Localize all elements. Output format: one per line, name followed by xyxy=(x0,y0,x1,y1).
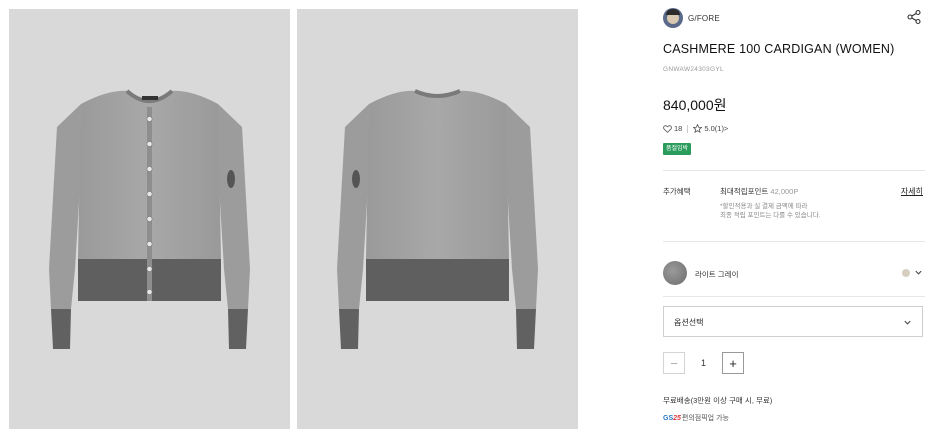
chevron-down-icon[interactable] xyxy=(914,268,923,277)
product-meta-row: 18 5.0(1)> xyxy=(663,124,728,133)
product-code: GNWAW24303GYL xyxy=(663,66,724,73)
benefit-points: 42,000P xyxy=(770,187,799,196)
gs25-logo-number: 25 xyxy=(673,414,681,422)
share-icon[interactable] xyxy=(906,9,922,25)
color-swatch[interactable] xyxy=(663,261,687,285)
star-icon xyxy=(693,124,703,133)
product-title: CASHMERE 100 CARDIGAN (WOMEN) xyxy=(663,42,895,56)
quantity-stepper: − 1 + xyxy=(663,352,744,374)
color-name: 라이트 그레이 xyxy=(695,270,739,279)
color-selector[interactable]: 라이트 그레이 xyxy=(663,261,925,285)
pickup-text: 편의점픽업 가능 xyxy=(681,415,729,422)
quantity-plus-button[interactable]: + xyxy=(722,352,744,374)
quantity-value[interactable]: 1 xyxy=(685,358,722,368)
cardigan-back-image xyxy=(337,89,538,349)
brand-logo[interactable] xyxy=(663,8,683,28)
rating-link[interactable]: 5.0(1)> xyxy=(704,124,728,133)
meta-divider xyxy=(687,124,689,133)
color-dot xyxy=(902,269,910,277)
section-divider xyxy=(663,170,925,171)
benefit-note-line: *할인적용과 실 결제 금액에 따라 xyxy=(720,203,808,210)
gs25-logo: GS25 xyxy=(663,415,681,422)
benefit-label: 추가혜택 xyxy=(663,187,691,196)
section-divider xyxy=(663,296,925,297)
status-badge: 품절임박 xyxy=(663,143,692,155)
cardigan-front-image xyxy=(49,89,250,349)
like-count[interactable]: 18 xyxy=(674,124,682,133)
brand-name[interactable]: G/FORE xyxy=(688,14,720,23)
benefit-note-line: 최종 적립 포인트는 다를 수 있습니다. xyxy=(720,212,821,219)
benefit-title: 최대적립포인트 42,000P xyxy=(720,186,798,197)
chevron-down-icon xyxy=(904,320,911,325)
product-image-back[interactable] xyxy=(297,9,578,429)
brand-row[interactable]: G/FORE xyxy=(663,8,925,28)
pickup-info: GS25 편의점픽업 가능 xyxy=(663,413,729,423)
product-info-panel: G/FORE CASHMERE 100 CARDIGAN (WOMEN) GNW… xyxy=(663,0,925,438)
option-select[interactable]: 옵션선택 xyxy=(663,306,923,337)
benefit-title-text: 최대적립포인트 xyxy=(720,187,769,196)
benefit-note: *할인적용과 실 결제 금액에 따라 최종 적립 포인트는 다를 수 있습니다. xyxy=(720,202,900,220)
section-divider xyxy=(663,241,925,242)
gs25-logo-text: GS xyxy=(663,414,674,422)
benefit-detail-link[interactable]: 자세히 xyxy=(901,186,923,197)
product-image-front[interactable] xyxy=(9,9,290,429)
shipping-info: 무료배송(3만원 이상 구매 시, 무료) xyxy=(663,396,773,405)
product-price: 840,000원 xyxy=(663,97,727,113)
option-select-label: 옵션선택 xyxy=(674,318,704,327)
heart-icon[interactable] xyxy=(663,124,672,133)
quantity-minus-button[interactable]: − xyxy=(663,352,685,374)
